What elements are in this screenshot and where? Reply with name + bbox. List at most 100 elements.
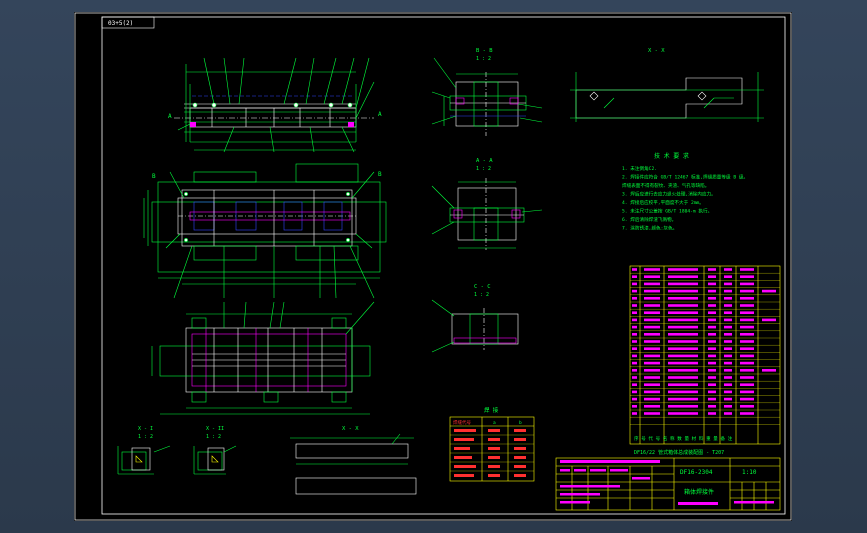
drawing-canvas[interactable]: 03+5(2) A A B B B - B 1: 2 A - A 1: 2 …: [74, 12, 792, 521]
parts-cell-mark: [644, 397, 660, 401]
parts-cell-mark: [708, 304, 716, 307]
parts-cell-mark: [668, 354, 698, 358]
parts-cell-mark: [708, 297, 716, 300]
parts-cell-mark: [668, 412, 698, 415]
parts-cell-mark: [740, 361, 754, 365]
parts-cell-mark: [724, 340, 732, 343]
parts-cell-mark: [740, 297, 754, 300]
parts-cell-mark: [724, 289, 732, 293]
parts-cell-mark: [644, 318, 660, 322]
parts-cell-mark: [644, 311, 660, 314]
parts-cell-mark: [668, 304, 698, 307]
parts-cell-mark: [724, 383, 732, 386]
parts-cell-mark: [632, 383, 637, 386]
parts-cell-mark: [724, 268, 732, 271]
parts-cell-mark: [740, 340, 754, 343]
parts-cell-mark: [740, 282, 754, 286]
weld-header-code: 焊缝代号: [453, 419, 471, 426]
parts-cell-mark: [668, 376, 698, 379]
parts-cell-mark: [644, 361, 660, 365]
parts-cell-mark: [708, 325, 716, 329]
weld-table-title: 焊 接: [484, 406, 499, 414]
weld-header-b: b: [519, 420, 522, 426]
parts-cell-mark: [724, 318, 732, 322]
top-view-label-right: B: [378, 171, 382, 178]
detail-xx-bottom: [290, 433, 417, 495]
parts-cell-mark: [708, 318, 716, 322]
parts-cell-mark: [740, 325, 754, 329]
parts-cell-mark: [724, 376, 732, 379]
parts-cell-mark: [632, 340, 637, 343]
parts-cell-mark: [724, 325, 732, 329]
parts-cell-mark: [632, 412, 637, 415]
parts-cell-mark: [668, 333, 698, 336]
notes-title: 技 术 要 求: [654, 152, 689, 160]
note-line: 2. 焊接件应符合 GB/T 12467 标准,焊缝质量等级 B 级。: [622, 174, 748, 181]
detail-small-left-label: X - I: [138, 426, 153, 432]
parts-cell-mark: [632, 325, 637, 329]
parts-cell-mark: [724, 311, 732, 314]
section-cc-scale: 1 : 2: [474, 292, 489, 298]
detail-xx-bottom-label: X - X: [342, 426, 359, 432]
parts-cell-mark: [644, 268, 660, 271]
parts-remark-mark: [762, 369, 776, 372]
parts-cell-mark: [724, 390, 732, 394]
parts-cell-mark: [724, 397, 732, 401]
parts-cell-mark: [644, 297, 660, 300]
parts-cell-mark: [724, 333, 732, 336]
parts-cell-mark: [668, 361, 698, 365]
title-scale: 1:10: [742, 469, 757, 476]
parts-cell-mark: [644, 405, 660, 408]
parts-cell-mark: [740, 354, 754, 358]
parts-cell-mark: [632, 282, 637, 286]
parts-cell-mark: [644, 354, 660, 358]
parts-cell-mark: [708, 383, 716, 386]
parts-cell-mark: [644, 347, 660, 350]
parts-cell-mark: [668, 383, 698, 386]
parts-cell-mark: [668, 340, 698, 343]
parts-cell-mark: [632, 361, 637, 365]
parts-remark-mark: [762, 289, 776, 293]
parts-cell-mark: [724, 354, 732, 358]
note-line: 4. 焊接后应校平,平面度不大于 2mm。: [622, 199, 704, 206]
notes-list: 1. 未注倒角C2. 2. 焊接件应符合 GB/T 12467 标准,焊缝质量等级…: [622, 165, 748, 232]
parts-list-footer: 序 号 代 号 名 称 数 量 材 料 重 量 备 注: [634, 435, 733, 442]
parts-cell-mark: [740, 397, 754, 401]
parts-cell-mark: [668, 369, 698, 372]
parts-cell-mark: [632, 333, 637, 336]
note-line: 6. 焊后清除焊渣飞溅物。: [622, 216, 676, 223]
title-drawing-number: DF16-2304: [680, 469, 713, 476]
parts-cell-mark: [708, 390, 716, 394]
front-view-label-right: A: [378, 111, 382, 118]
parts-cell-mark: [740, 347, 754, 350]
parts-cell-mark: [724, 412, 732, 415]
detail-small-left: [117, 445, 171, 475]
parts-list-subtitle: DF16/22 管式箱体总成装配图 - T207: [634, 449, 724, 456]
parts-cell-mark: [668, 397, 698, 401]
title-part-name: 箱体焊接件: [684, 488, 714, 496]
drawing-sheet[interactable]: 03+5(2) A A B B B - B 1: 2 A - A 1: 2 …: [74, 12, 792, 521]
parts-cell-mark: [632, 405, 637, 408]
parts-cell-mark: [644, 376, 660, 379]
parts-cell-mark: [644, 412, 660, 415]
section-aa-scale: 1 : 2: [476, 166, 491, 172]
parts-cell-mark: [632, 297, 637, 300]
parts-cell-mark: [708, 347, 716, 350]
front-view-label-left: A: [168, 113, 172, 120]
parts-cell-mark: [740, 376, 754, 379]
parts-cell-mark: [644, 390, 660, 394]
parts-cell-mark: [668, 282, 698, 286]
parts-cell-mark: [632, 311, 637, 314]
section-bb-label: B - B: [476, 48, 493, 54]
parts-cell-mark: [668, 268, 698, 271]
top-view: [143, 163, 387, 299]
parts-cell-mark: [740, 289, 754, 293]
parts-cell-mark: [632, 347, 637, 350]
section-bb: [431, 57, 543, 136]
detail-small-left-scale: 1 : 2: [138, 434, 153, 440]
parts-cell-mark: [724, 304, 732, 307]
parts-cell-mark: [724, 347, 732, 350]
parts-cell-mark: [740, 304, 754, 307]
parts-cell-mark: [668, 311, 698, 314]
cad-viewport[interactable]: 03+5(2) A A B B B - B 1: 2 A - A 1: 2 …: [0, 0, 867, 533]
